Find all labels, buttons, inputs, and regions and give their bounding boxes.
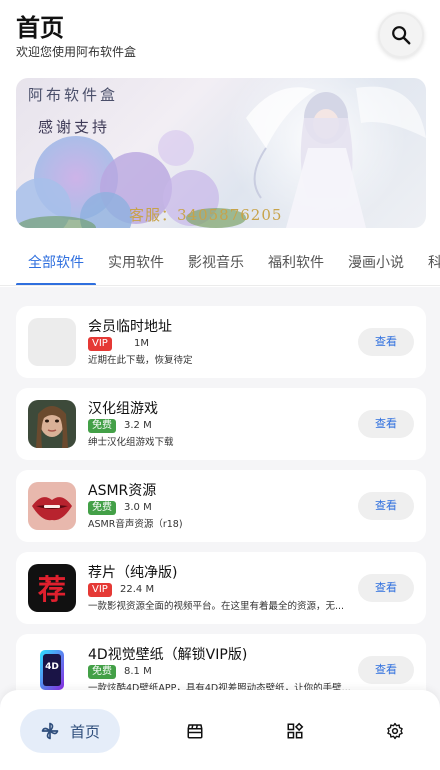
app-icon-jianpian: 荐 — [28, 564, 76, 612]
app-name: ASMR资源 — [88, 483, 157, 499]
free-badge: 免费 — [88, 665, 116, 679]
page-subtitle: 欢迎您使用阿布软件盒 — [16, 45, 137, 59]
banner-contact: 客服：3405876205 — [129, 206, 283, 224]
app-description: 近期在此下载，恢复待定 — [88, 355, 193, 366]
banner-title: 阿布软件盒 — [28, 86, 119, 104]
free-badge: 免费 — [88, 419, 116, 433]
nav-home-label: 首页 — [69, 722, 100, 741]
vip-badge: VIP — [88, 583, 112, 597]
nav-home[interactable]: 首页 — [20, 709, 120, 753]
app-size: 3.2 M — [124, 420, 152, 431]
app-description: ASMR音声资源（r18) — [88, 519, 183, 530]
view-button[interactable]: 查看 — [358, 492, 414, 520]
view-button[interactable]: 查看 — [358, 410, 414, 438]
app-size: 1M — [134, 338, 149, 349]
page-title: 首页 — [16, 14, 64, 42]
app-icon-label: 4D — [45, 662, 59, 672]
app-size: 8.1 M — [124, 666, 152, 677]
view-button[interactable]: 查看 — [358, 574, 414, 602]
app-icon-glyph: 荐 — [37, 573, 66, 606]
app-icon-4d-wallpaper: 4D — [28, 646, 76, 694]
app-icon-lips — [28, 482, 76, 530]
bottom-navigation: 首页 — [0, 690, 440, 770]
tab-welfare[interactable]: 福利软件 — [268, 252, 324, 272]
tab-video-music[interactable]: 影视音乐 — [188, 252, 244, 272]
pinwheel-icon — [41, 722, 59, 740]
nav-settings[interactable] — [386, 722, 404, 740]
list-item[interactable]: ASMR资源 免费 3.0 M ASMR音声资源（r18) 查看 — [16, 470, 426, 542]
gear-icon — [387, 722, 403, 740]
header: 首页 欢迎您使用阿布软件盒 — [16, 8, 424, 68]
app-icon-portrait — [28, 400, 76, 448]
app-size: 22.4 M — [120, 584, 155, 595]
view-button[interactable]: 查看 — [358, 328, 414, 356]
free-badge: 免费 — [88, 501, 116, 515]
widgets-icon — [287, 722, 304, 739]
tab-comic-novel[interactable]: 漫画小说 — [348, 252, 404, 272]
banner-thanks: 感谢支持 — [38, 118, 111, 136]
app-name: 会员临时地址 — [88, 319, 172, 335]
app-name: 荐片（纯净版) — [88, 565, 178, 581]
list-item[interactable]: 会员临时地址 VIP 1M 近期在此下载，恢复待定 查看 — [16, 306, 426, 378]
list-item[interactable]: 荐 荐片（纯净版) VIP 22.4 M 一款影视资源全面的视频平台。在这里有着… — [16, 552, 426, 624]
search-icon — [392, 26, 411, 45]
app-description: 绅士汉化组游戏下载 — [88, 437, 174, 448]
app-name: 汉化组游戏 — [88, 401, 158, 417]
active-tab-indicator — [16, 283, 96, 285]
vip-badge: VIP — [88, 337, 112, 351]
app-size: 3.0 M — [124, 502, 152, 513]
category-tabs: 全部软件 实用软件 影视音乐 福利软件 漫画小说 科 — [0, 240, 440, 286]
tab-tech[interactable]: 科 — [428, 252, 440, 272]
list-item[interactable]: 汉化组游戏 免费 3.2 M 绅士汉化组游戏下载 查看 — [16, 388, 426, 460]
app-description: 一款影视资源全面的视频平台。在这里有着最全的资源，无... — [88, 601, 345, 612]
nav-apps[interactable] — [286, 722, 304, 740]
view-button[interactable]: 查看 — [358, 656, 414, 684]
app-icon-placeholder — [28, 318, 76, 366]
tab-utility[interactable]: 实用软件 — [108, 252, 164, 272]
search-button[interactable] — [378, 12, 424, 58]
app-name: 4D视觉壁纸（解锁VIP版) — [88, 647, 248, 663]
clapperboard-icon — [187, 724, 203, 739]
tab-all[interactable]: 全部软件 — [28, 252, 84, 272]
promo-banner[interactable]: 阿布软件盒 感谢支持 客服：3405876205 — [16, 78, 426, 228]
nav-video[interactable] — [186, 722, 204, 740]
